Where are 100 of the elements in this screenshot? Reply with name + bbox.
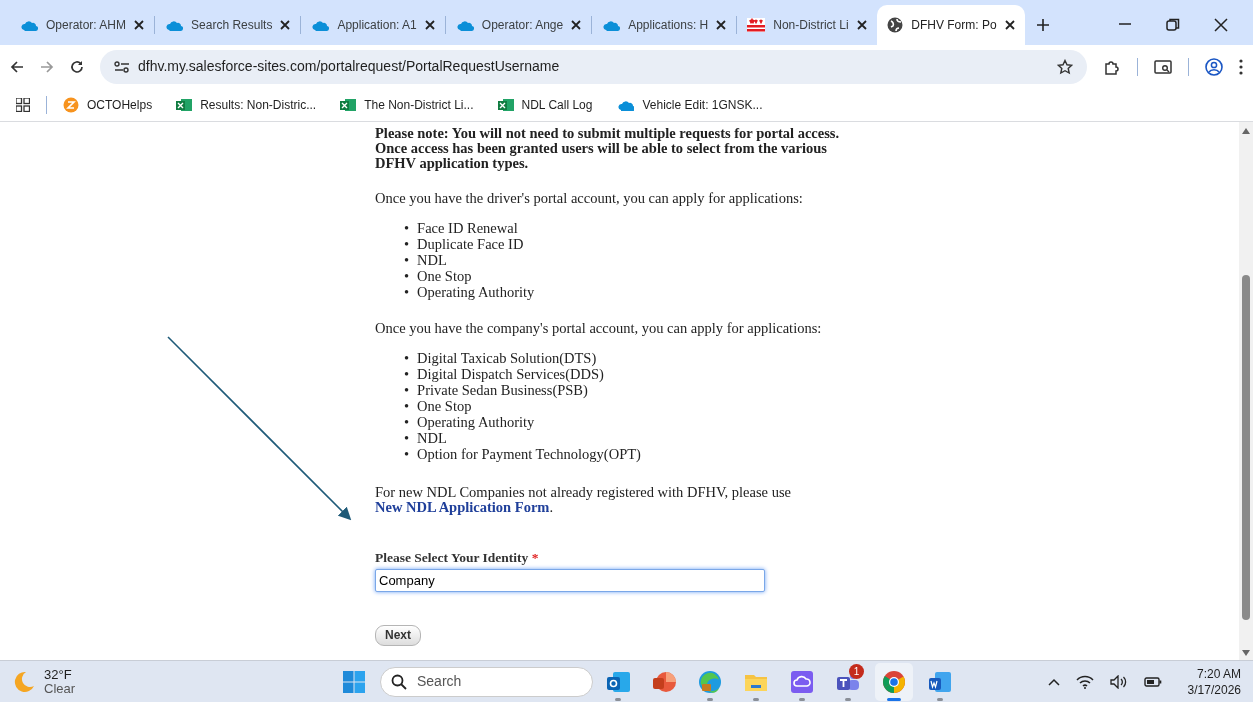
scrollbar[interactable]	[1239, 122, 1253, 660]
list-item: Digital Dispatch Services(DDS)	[417, 366, 604, 382]
close-icon[interactable]	[857, 20, 868, 30]
running-indicator	[799, 697, 805, 701]
list-item: NDL	[417, 430, 447, 446]
required-mark: *	[531, 550, 539, 565]
cloud-icon	[165, 18, 184, 32]
clock-date[interactable]: 3/17/2026	[1187, 681, 1241, 698]
list-item: Operating Authority	[417, 414, 535, 430]
close-icon[interactable]	[280, 20, 291, 30]
field-label: Please Select Your Identity *	[375, 550, 540, 565]
notice-text: Please note: You will not need to submit multiple requests for portal access. Once access has been granted users will be able to select from the various DFHV application types.	[375, 126, 841, 171]
clock-time[interactable]: 7:20 AM	[1187, 665, 1241, 682]
forward-icon[interactable]	[40, 59, 54, 74]
scroll-down-icon[interactable]	[1242, 650, 1250, 656]
list-item: Operating Authority	[417, 284, 535, 300]
cloud-icon	[311, 18, 330, 32]
cloud-icon	[455, 18, 474, 32]
moon-icon	[12, 669, 36, 694]
browser-tab[interactable]: Operator: AHM	[10, 5, 155, 45]
list-item: One Stop	[417, 398, 472, 414]
temperature: 32°F	[44, 667, 73, 682]
list-item: One Stop	[417, 268, 472, 284]
running-indicator	[615, 697, 621, 701]
running-indicator	[887, 697, 901, 701]
list-item: NDL	[417, 252, 447, 268]
chat-cloud-icon	[790, 669, 814, 694]
identity-field[interactable]: Company	[375, 569, 765, 592]
site-settings-icon[interactable]	[114, 60, 130, 73]
bullet: •	[404, 382, 410, 398]
bullet: •	[404, 284, 410, 300]
menu-icon[interactable]	[1239, 58, 1243, 75]
back-icon[interactable]	[10, 59, 24, 74]
bullet: •	[404, 414, 410, 430]
taskbar-button[interactable]: 1	[829, 662, 867, 701]
mail-app-icon	[606, 669, 630, 694]
cloud-icon	[602, 18, 621, 32]
search-icon	[391, 673, 407, 690]
bullet: •	[404, 268, 410, 284]
close-icon[interactable]	[134, 20, 145, 30]
bullet: •	[404, 220, 410, 236]
bookmark[interactable]: Results: Non-Distric...	[176, 95, 317, 114]
bullet: •	[404, 350, 410, 366]
bullet: •	[404, 366, 410, 382]
bullet: •	[404, 446, 410, 462]
document-app-icon	[928, 669, 952, 694]
running-indicator	[845, 697, 851, 701]
apps-grid-icon[interactable]	[16, 97, 30, 112]
browser-tab[interactable]: Application: A1	[301, 5, 445, 45]
star-icon[interactable]	[1057, 58, 1073, 75]
running-indicator	[753, 697, 759, 701]
close-icon[interactable]	[1004, 20, 1015, 30]
restore-icon[interactable]	[1166, 18, 1180, 32]
bookmark[interactable]: The Non-District Li...	[340, 95, 474, 114]
scrollbar-thumb[interactable]	[1242, 275, 1250, 620]
spiral-icon	[63, 96, 79, 113]
globe-icon	[887, 17, 904, 33]
tab-search-icon[interactable]	[1154, 58, 1172, 75]
profile-icon[interactable]	[1205, 57, 1223, 76]
info-text: For new NDL Companies not already registered with DFHV, please use New NDL Application Form.	[375, 485, 792, 515]
list-item: Duplicate Face ID	[417, 236, 524, 252]
scroll-up-icon[interactable]	[1242, 128, 1250, 134]
close-icon[interactable]	[571, 20, 582, 30]
chevron-up-icon[interactable]	[1047, 677, 1060, 686]
bullet: •	[404, 236, 410, 252]
wifi-icon[interactable]	[1075, 674, 1094, 689]
bullet: •	[404, 430, 410, 446]
new-tab-icon[interactable]	[1036, 19, 1049, 31]
next-button[interactable]: Next	[375, 625, 421, 646]
flag-icon	[747, 18, 766, 32]
browser-tab[interactable]: Applications: H	[592, 5, 737, 45]
slides-app-icon	[652, 669, 676, 694]
intro-text: Once you have the company's portal account, you can apply for applications:	[375, 321, 823, 336]
close-icon[interactable]	[1214, 18, 1228, 32]
speaker-icon[interactable]	[1109, 674, 1128, 689]
cloud-icon	[20, 18, 38, 32]
list-item: Face ID Renewal	[417, 220, 518, 236]
close-icon[interactable]	[424, 20, 435, 30]
bullet: •	[404, 398, 410, 414]
browser-tab[interactable]: Operator: Ange	[445, 5, 592, 45]
notification-count: 1	[849, 663, 864, 679]
spreadsheet-icon	[497, 97, 514, 112]
close-icon[interactable]	[716, 20, 727, 30]
spreadsheet-icon	[176, 97, 193, 112]
address-bar[interactable]: dfhv.my.salesforce-sites.com/portalrequest/PortalRequestUsername	[100, 49, 1087, 84]
bookmark[interactable]: NDL Call Log	[497, 95, 593, 114]
browser-tab[interactable]: Search Results	[155, 5, 301, 45]
running-indicator	[707, 697, 713, 701]
battery-icon[interactable]	[1143, 676, 1162, 687]
taskbar-button[interactable]	[875, 662, 913, 701]
bookmark[interactable]: Vehicle Edit: 1GNSK...	[616, 95, 763, 114]
search-field[interactable]: Search	[380, 666, 593, 697]
spreadsheet-icon	[340, 97, 357, 112]
weather-condition: Clear	[44, 681, 76, 696]
reload-icon[interactable]	[70, 59, 84, 74]
wave-browser-icon	[698, 669, 722, 694]
browser-tab[interactable]: DFHV Form: Po	[877, 5, 1025, 45]
browser-tab[interactable]: Non-District Li	[737, 5, 878, 45]
start-icon[interactable]	[342, 669, 366, 694]
bookmark[interactable]: OCTOHelps	[63, 95, 153, 114]
